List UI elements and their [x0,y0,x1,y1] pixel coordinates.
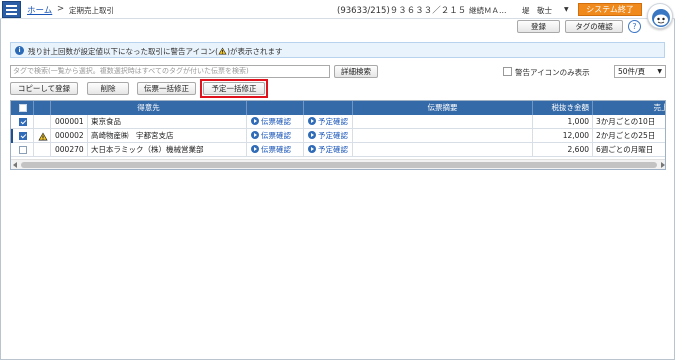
schedule-confirm-link[interactable]: 予定確認 [304,143,353,157]
user-name[interactable]: 堤 敬士 [522,5,552,16]
customer-code: 000002 [51,129,88,143]
voucher-confirm-link[interactable]: 伝票確認 [247,115,304,129]
amount: 1,000 [533,115,593,129]
tag-search-input[interactable]: タグで検索(一覧から選択。複数選択時はすべてのタグが付いた伝票を検索) [10,65,330,78]
play-circle-icon [251,131,259,139]
table-row[interactable]: 000001 東京食品 伝票確認 予定確認 1,000 3か月ごとの10日 [11,115,665,129]
warning-icon [38,132,48,141]
row-checkbox[interactable] [19,118,27,126]
select-all-header [11,101,34,115]
schedule-column-header[interactable]: 売上計 [593,101,666,115]
assistant-avatar-icon[interactable] [647,3,673,29]
amount: 12,000 [533,129,593,143]
sales-schedule: 3か月ごとの10日 [593,115,665,129]
warning-icon [218,47,227,55]
voucher-summary [353,129,533,143]
user-info: (93633/215)９３６３３／２１５ [337,6,467,16]
info-message: 残り計上回数が設定値以下になった取引に警告アイコン()が表示されます [28,47,283,56]
voucher-confirm-link[interactable]: 伝票確認 [247,143,304,157]
user-menu-caret-icon[interactable]: ▼ [564,6,569,13]
hamburger-menu-icon[interactable] [2,1,21,18]
schedule-link-column-header [304,101,353,115]
voucher-summary [353,115,533,129]
info-icon: i [15,46,24,55]
tag-check-button[interactable]: タグの確認 [565,20,623,33]
play-circle-icon [251,117,259,125]
scroll-left-arrow-icon[interactable] [13,162,17,168]
play-circle-icon [308,131,316,139]
warning-cell [34,143,51,157]
summary-column-header[interactable]: 伝票摘要 [353,101,533,115]
company-name: 継続ＭＡ… [469,6,507,15]
amount: 2,600 [533,143,593,157]
chevron-down-icon: ▼ [657,68,662,75]
customer-name: 大日本ラミック（株）機械営業部 [88,143,247,157]
voucher-bulk-edit-button[interactable]: 伝票一括修正 [137,82,196,95]
warning-cell [34,115,51,129]
highlight-annotation [200,79,268,98]
scrollbar-thumb[interactable] [21,162,657,168]
copy-register-button[interactable]: コピーして登録 [10,82,78,95]
warning-cell [34,129,51,143]
system-end-button[interactable]: システム終了 [578,3,642,16]
detail-search-button[interactable]: 詳細検索 [334,65,378,78]
scroll-right-arrow-icon[interactable] [661,162,665,168]
voucher-summary [353,143,533,157]
voucher-link-column-header [247,101,304,115]
schedule-confirm-link[interactable]: 予定確認 [304,115,353,129]
row-checkbox[interactable] [19,146,27,154]
select-all-checkbox[interactable] [19,104,27,112]
sales-schedule: 2か月ごとの25日 [593,129,665,143]
warning-only-checkbox[interactable] [503,67,512,76]
customer-code: 000270 [51,143,88,157]
voucher-confirm-link[interactable]: 伝票確認 [247,129,304,143]
schedule-confirm-link[interactable]: 予定確認 [304,129,353,143]
play-circle-icon [308,117,316,125]
breadcrumb-separator: > [57,4,65,14]
register-button[interactable]: 登録 [517,20,560,33]
warning-only-label: 警告アイコンのみ表示 [515,68,590,77]
delete-button[interactable]: 削除 [87,82,129,95]
play-circle-icon [251,145,259,153]
sales-schedule: 6週ごとの月曜日 [593,143,665,157]
table-row[interactable]: 000002 高崎物産㈱ 宇都宮支店 伝票確認 予定確認 12,000 2か月ご… [11,129,665,143]
row-checkbox[interactable] [19,132,27,140]
page-title: 定期売上取引 [69,6,114,15]
customer-name: 高崎物産㈱ 宇都宮支店 [88,129,247,143]
per-page-select[interactable]: 50件/頁 ▼ [614,65,666,78]
customer-column-header[interactable]: 得意先 [51,101,247,115]
table-row[interactable]: 000270 大日本ラミック（株）機械営業部 伝票確認 予定確認 2,600 6… [11,143,665,157]
help-icon[interactable]: ? [628,20,641,33]
info-bar: i 残り計上回数が設定値以下になった取引に警告アイコン()が表示されます [10,42,665,58]
transactions-table: 得意先 伝票摘要 税抜き金額 売上計 000001 東京食品 伝票確認 予定確認… [10,100,666,170]
warning-column-header [34,101,51,115]
top-header: ホーム > 定期売上取引 (93633/215)９３６３３／２１５ 継続ＭＡ… … [0,0,675,19]
table-header: 得意先 伝票摘要 税抜き金額 売上計 [11,101,666,115]
horizontal-scrollbar[interactable] [11,159,665,169]
amount-column-header[interactable]: 税抜き金額 [533,101,593,115]
breadcrumb-home-link[interactable]: ホーム [27,4,52,16]
customer-name: 東京食品 [88,115,247,129]
customer-code: 000001 [51,115,88,129]
play-circle-icon [308,145,316,153]
